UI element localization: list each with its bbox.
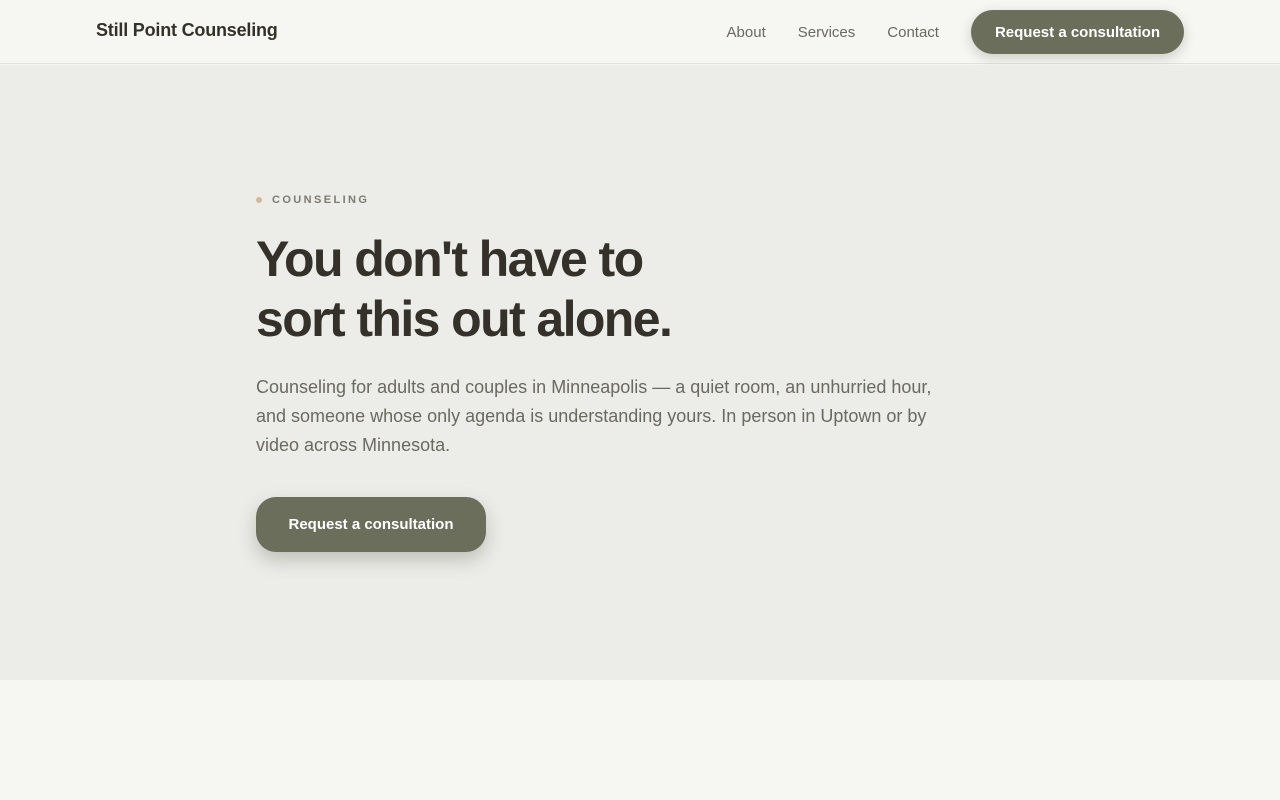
header-request-consultation-button[interactable]: Request a consultation — [970, 10, 1184, 54]
hero-headline: You don't have to sort this out alone. — [256, 229, 956, 349]
eyebrow-label: COUNSELING — [272, 194, 370, 206]
hero-request-consultation-button[interactable]: Request a consultation — [256, 497, 486, 552]
brand-logo-text[interactable]: Still Point Counseling — [96, 20, 278, 41]
hero-headline-line-2: sort this out alone. — [256, 291, 673, 347]
eyebrow-dot-icon — [256, 197, 262, 203]
next-section — [0, 680, 1280, 800]
main-nav: About Services Contact Request a consult… — [727, 10, 1184, 54]
hero-eyebrow: COUNSELING — [256, 194, 369, 206]
nav-link-about[interactable]: About — [727, 24, 766, 41]
site-header: Still Point Counseling About Services Co… — [0, 0, 1280, 64]
nav-link-services[interactable]: Services — [798, 24, 856, 41]
hero-section: COUNSELING You don't have to sort this o… — [0, 65, 1280, 680]
hero-lead-paragraph: Counseling for adults and couples in Min… — [256, 377, 932, 455]
hero-headline-line-1: You don't have to — [256, 231, 644, 287]
nav-link-contact[interactable]: Contact — [887, 24, 939, 41]
